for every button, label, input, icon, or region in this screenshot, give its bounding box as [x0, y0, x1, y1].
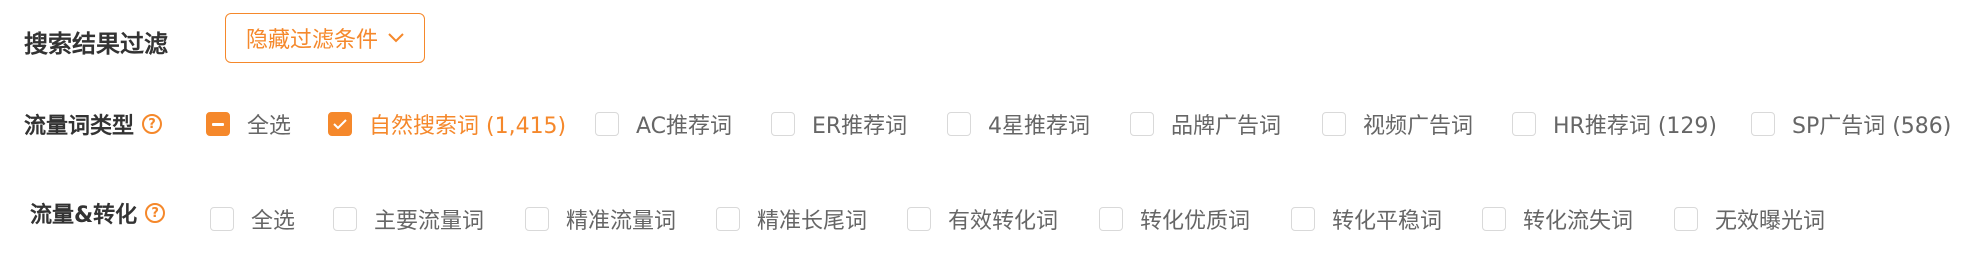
traffic-type-option-brand-ad[interactable]: 品牌广告词: [1130, 108, 1281, 140]
help-icon[interactable]: ?: [145, 203, 166, 223]
option-label: AC推荐词: [636, 114, 733, 139]
checkbox-indicator: [206, 112, 230, 136]
traffic-conversion-label-group: 流量&转化 ?: [30, 197, 166, 229]
checkmark-icon: [333, 119, 347, 130]
traffic-type-option-organic[interactable]: 自然搜索词 (1,415): [328, 108, 566, 140]
traffic-conversion-option-precise[interactable]: 精准流量词: [525, 203, 676, 235]
checkbox-indicator: [907, 207, 931, 231]
hide-filters-button[interactable]: 隐藏过滤条件: [225, 13, 425, 63]
filter-section-title: 搜索结果过滤: [24, 30, 168, 58]
checkbox-indicator: [1512, 112, 1536, 136]
checkbox-indicator: [1482, 207, 1506, 231]
option-label: 转化平稳词: [1332, 209, 1443, 234]
checkbox-indicator: [1099, 207, 1123, 231]
option-label: SP广告词 (586): [1792, 114, 1952, 139]
option-label: 视频广告词: [1363, 114, 1474, 139]
traffic-type-option-video-ad[interactable]: 视频广告词: [1322, 108, 1473, 140]
option-label: 转化优质词: [1140, 209, 1251, 234]
option-label: ER推荐词: [812, 114, 908, 139]
traffic-conversion-option-loss[interactable]: 转化流失词: [1482, 203, 1633, 235]
checkbox-indicator: [328, 112, 352, 136]
option-label: 品牌广告词: [1171, 114, 1282, 139]
option-label: 主要流量词: [374, 209, 485, 234]
traffic-type-label: 流量词类型: [24, 114, 135, 139]
traffic-type-option-hr[interactable]: HR推荐词 (129): [1512, 108, 1717, 140]
traffic-conversion-option-stable[interactable]: 转化平稳词: [1291, 203, 1442, 235]
checkbox-indicator: [525, 207, 549, 231]
traffic-conversion-option-main[interactable]: 主要流量词: [333, 203, 484, 235]
traffic-conversion-option-invalid-exposure[interactable]: 无效曝光词: [1674, 203, 1825, 235]
checkbox-indicator: [1322, 112, 1346, 136]
traffic-type-option-sp-ad[interactable]: SP广告词 (586): [1751, 108, 1951, 140]
help-icon[interactable]: ?: [142, 114, 163, 134]
checkbox-indicator: [771, 112, 795, 136]
traffic-type-select-all[interactable]: 全选: [206, 108, 291, 140]
traffic-conversion-option-effective[interactable]: 有效转化词: [907, 203, 1058, 235]
traffic-type-option-4star[interactable]: 4星推荐词: [947, 108, 1090, 140]
checkbox-indicator: [1674, 207, 1698, 231]
traffic-type-option-er[interactable]: ER推荐词: [771, 108, 907, 140]
option-label: 自然搜索词 (1,415): [369, 114, 567, 139]
option-label: 精准长尾词: [757, 209, 868, 234]
checkbox-indicator: [716, 207, 740, 231]
traffic-conversion-option-quality[interactable]: 转化优质词: [1099, 203, 1250, 235]
checkbox-indicator: [1291, 207, 1315, 231]
traffic-conversion-select-all[interactable]: 全选: [210, 203, 295, 235]
traffic-type-option-ac[interactable]: AC推荐词: [595, 108, 732, 140]
option-label: 有效转化词: [948, 209, 1059, 234]
checkbox-indicator: [210, 207, 234, 231]
option-label: 无效曝光词: [1715, 209, 1826, 234]
traffic-conversion-label: 流量&转化: [30, 203, 138, 228]
traffic-type-label-group: 流量词类型 ?: [24, 108, 163, 140]
traffic-conversion-option-long-tail[interactable]: 精准长尾词: [716, 203, 867, 235]
checkbox-indicator: [1130, 112, 1154, 136]
checkbox-indicator: [333, 207, 357, 231]
option-label: 全选: [251, 209, 296, 234]
option-label: 精准流量词: [566, 209, 677, 234]
option-label: 转化流失词: [1523, 209, 1634, 234]
chevron-down-icon: [388, 33, 404, 43]
option-label: HR推荐词 (129): [1553, 114, 1717, 139]
checkbox-indicator: [947, 112, 971, 136]
option-label: 4星推荐词: [988, 114, 1090, 139]
checkbox-indicator: [595, 112, 619, 136]
option-label: 全选: [247, 114, 292, 139]
checkbox-indicator: [1751, 112, 1775, 136]
hide-filters-label: 隐藏过滤条件: [245, 28, 378, 53]
